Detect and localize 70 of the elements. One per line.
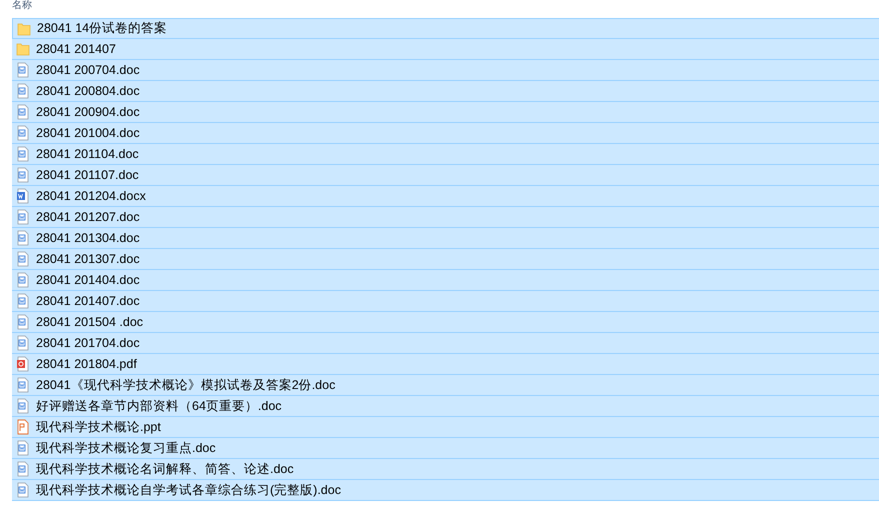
file-row[interactable]: 28041 201407.doc <box>12 291 879 312</box>
file-name: 现代科学技术概论.ppt <box>36 418 161 436</box>
file-name: 28041 200804.doc <box>36 82 140 100</box>
file-name: 28041 201307.doc <box>36 250 140 268</box>
file-name: 28041 201704.doc <box>36 334 140 352</box>
file-row[interactable]: 28041 200704.doc <box>12 60 879 81</box>
document-icon <box>16 251 30 267</box>
file-row[interactable]: 28041 201004.doc <box>12 123 879 144</box>
file-name: 现代科学技术概论自学考试各章综合练习(完整版).doc <box>36 482 341 499</box>
document-icon <box>16 482 30 498</box>
file-row[interactable]: 好评赠送各章节内部资料（64页重要）.doc <box>12 396 879 417</box>
file-name: 现代科学技术概论复习重点.doc <box>36 440 216 457</box>
file-name: 28041 201304.doc <box>36 230 140 247</box>
document-icon <box>16 209 30 225</box>
file-row[interactable]: 28041 201207.doc <box>12 207 879 228</box>
file-name: 28041 14份试卷的答案 <box>37 20 168 38</box>
document-icon <box>16 461 30 477</box>
file-name: 现代科学技术概论名词解释、简答、论述.doc <box>36 460 294 478</box>
document-icon <box>16 62 30 78</box>
presentation-icon <box>16 419 30 435</box>
file-row[interactable]: 28041 201404.doc <box>12 270 879 291</box>
file-name: 28041 201207.doc <box>36 208 140 226</box>
file-row[interactable]: 28041 201104.doc <box>12 144 879 165</box>
document-icon <box>16 188 30 204</box>
file-row[interactable]: 现代科学技术概论自学考试各章综合练习(完整版).doc <box>12 480 879 501</box>
document-icon <box>16 440 30 456</box>
file-name: 28041 201504 .doc <box>36 314 144 331</box>
file-row[interactable]: 28041 200804.doc <box>12 81 879 102</box>
file-row[interactable]: 28041 201307.doc <box>12 249 879 270</box>
folder-icon <box>17 22 31 36</box>
document-icon <box>16 83 30 99</box>
file-row[interactable]: 28041 14份试卷的答案 <box>12 18 879 39</box>
file-name: 28041 201804.pdf <box>36 356 137 373</box>
file-name: 28041 201407 <box>36 40 116 58</box>
file-name: 28041《现代科学技术概论》模拟试卷及答案2份.doc <box>36 376 336 394</box>
document-icon <box>16 293 30 309</box>
document-icon <box>16 104 30 120</box>
file-row[interactable]: 28041 201704.doc <box>12 333 879 354</box>
document-icon <box>16 335 30 351</box>
document-icon <box>16 167 30 183</box>
file-row[interactable]: 28041 200904.doc <box>12 102 879 123</box>
pdf-icon <box>16 356 30 372</box>
file-row[interactable]: 28041 201304.doc <box>12 228 879 249</box>
file-name: 好评赠送各章节内部资料（64页重要）.doc <box>36 398 282 415</box>
file-row[interactable]: 现代科学技术概论.ppt <box>12 417 879 438</box>
document-icon <box>16 314 30 330</box>
file-name: 28041 201407.doc <box>36 292 140 310</box>
file-name: 28041 200904.doc <box>36 104 140 121</box>
file-name: 28041 201204.docx <box>36 188 146 205</box>
document-icon <box>16 398 30 414</box>
file-row[interactable]: 28041 201804.pdf <box>12 354 879 375</box>
file-row[interactable]: 28041 201107.doc <box>12 165 879 186</box>
file-name: 28041 201404.doc <box>36 272 140 289</box>
file-row[interactable]: 28041《现代科学技术概论》模拟试卷及答案2份.doc <box>12 375 879 396</box>
document-icon <box>16 230 30 246</box>
file-row[interactable]: 28041 201407 <box>12 39 879 60</box>
file-name: 28041 200704.doc <box>36 62 140 79</box>
file-name: 28041 201104.doc <box>36 146 139 163</box>
file-name: 28041 201107.doc <box>36 166 139 184</box>
file-name: 28041 201004.doc <box>36 124 140 142</box>
document-icon <box>16 146 30 162</box>
name-column-header[interactable]: 名称 <box>12 0 32 12</box>
document-icon <box>16 377 30 393</box>
file-row[interactable]: 现代科学技术概论复习重点.doc <box>12 438 879 459</box>
file-row[interactable]: 28041 201204.docx <box>12 186 879 207</box>
file-row[interactable]: 现代科学技术概论名词解释、简答、论述.doc <box>12 459 879 480</box>
document-icon <box>16 272 30 288</box>
document-icon <box>16 125 30 141</box>
folder-icon <box>16 42 30 56</box>
file-row[interactable]: 28041 201504 .doc <box>12 312 879 333</box>
